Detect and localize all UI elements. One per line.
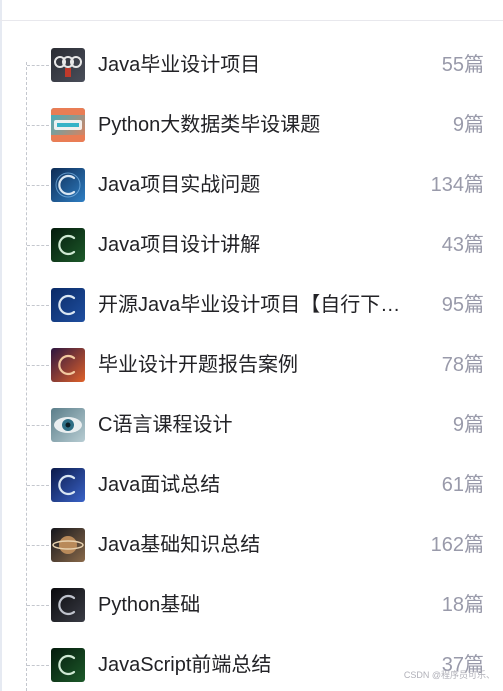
column-title[interactable]: C语言课程设计 xyxy=(98,412,420,438)
article-count: 61篇 xyxy=(441,474,484,496)
article-count: 162篇 xyxy=(430,534,484,556)
column-title[interactable]: Java项目设计讲解 xyxy=(98,232,420,258)
eye-icon[interactable] xyxy=(51,408,85,442)
top-divider xyxy=(0,20,503,21)
column-title[interactable]: JavaScript前端总结 xyxy=(98,652,420,678)
column-title[interactable]: Python大数据类毕设课题 xyxy=(98,112,420,138)
tunnel-c-icon[interactable] xyxy=(51,468,85,502)
column-item[interactable]: Java毕业设计项目 55篇 xyxy=(0,35,503,95)
planet-icon[interactable] xyxy=(51,528,85,562)
flame-c-icon[interactable] xyxy=(51,348,85,382)
article-count: 9篇 xyxy=(452,114,484,136)
python-banner-icon[interactable] xyxy=(51,108,85,142)
column-item[interactable]: Java基础知识总结 162篇 xyxy=(0,515,503,575)
article-count: 78篇 xyxy=(441,354,484,376)
column-title[interactable]: Java毕业设计项目 xyxy=(98,52,420,78)
column-title[interactable]: 开源Java毕业设计项目【自行下载】 xyxy=(98,292,420,318)
tree-branch-connector xyxy=(27,365,49,366)
tree-branch-connector xyxy=(27,545,49,546)
column-title[interactable]: Java基础知识总结 xyxy=(98,532,420,558)
watermark: CSDN @程序员可乐、 xyxy=(403,670,495,680)
column-item[interactable]: Python大数据类毕设课题 9篇 xyxy=(0,95,503,155)
badge-500-icon[interactable] xyxy=(51,48,85,82)
tree-branch-connector xyxy=(27,665,49,666)
column-item[interactable]: C语言课程设计 9篇 xyxy=(0,395,503,455)
globe-c-icon[interactable] xyxy=(51,168,85,202)
column-item[interactable]: Java项目实战问题 134篇 xyxy=(0,155,503,215)
column-panel: Java毕业设计项目 55篇 Python大数据类毕设课题 9篇 Java项目实战问题 1… xyxy=(0,0,503,691)
article-count: 9篇 xyxy=(452,414,484,436)
column-title[interactable]: Java面试总结 xyxy=(98,472,420,498)
green-c-icon[interactable] xyxy=(51,648,85,682)
column-item[interactable]: 开源Java毕业设计项目【自行下载】 95篇 xyxy=(0,275,503,335)
column-item[interactable]: 毕业设计开题报告案例 78篇 xyxy=(0,335,503,395)
article-count: 134篇 xyxy=(430,174,484,196)
column-title[interactable]: 毕业设计开题报告案例 xyxy=(98,352,420,378)
column-title[interactable]: Java项目实战问题 xyxy=(98,172,420,198)
blue-c-icon[interactable] xyxy=(51,288,85,322)
column-title[interactable]: Python基础 xyxy=(98,592,420,618)
tree-branch-connector xyxy=(27,425,49,426)
tree-branch-connector xyxy=(27,305,49,306)
article-count: 95篇 xyxy=(441,294,484,316)
tree-branch-connector xyxy=(27,125,49,126)
article-count: 55篇 xyxy=(441,54,484,76)
column-item[interactable]: Java项目设计讲解 43篇 xyxy=(0,215,503,275)
tree-branch-connector xyxy=(27,605,49,606)
column-item[interactable]: JavaScript前端总结 37篇 xyxy=(0,635,503,691)
green-c-icon[interactable] xyxy=(51,228,85,262)
column-item[interactable]: Python基础 18篇 xyxy=(0,575,503,635)
tree-branch-connector xyxy=(27,65,49,66)
dark-c-icon[interactable] xyxy=(51,588,85,622)
article-count: 43篇 xyxy=(441,234,484,256)
tree-branch-connector xyxy=(27,245,49,246)
tree-branch-connector xyxy=(27,185,49,186)
column-item[interactable]: Java面试总结 61篇 xyxy=(0,455,503,515)
tree-branch-connector xyxy=(27,485,49,486)
column-list: Java毕业设计项目 55篇 Python大数据类毕设课题 9篇 Java项目实战问题 1… xyxy=(0,35,503,691)
article-count: 18篇 xyxy=(441,594,484,616)
